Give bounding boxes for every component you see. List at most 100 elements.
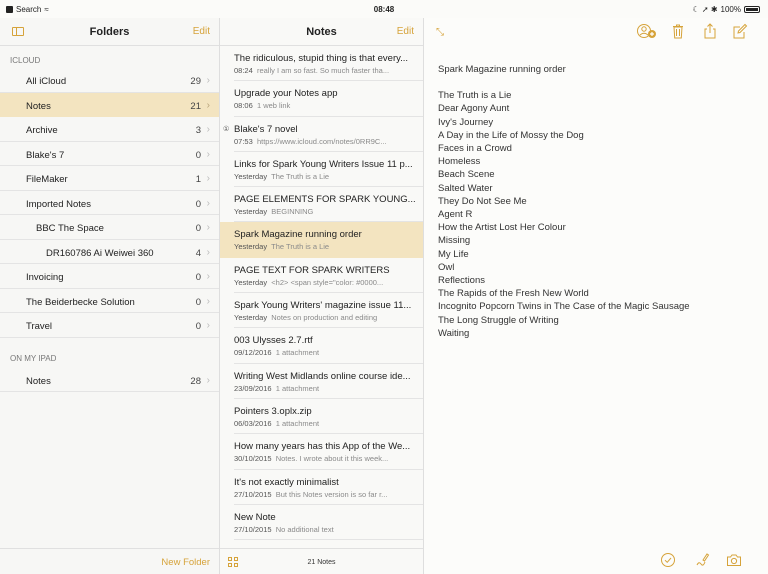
note-line: Beach Scene	[438, 169, 495, 181]
folder-row-invoicing[interactable]: Invoicing 0 ›	[0, 264, 219, 289]
expand-icon[interactable]: ⤡	[436, 27, 444, 38]
note-snippet: No additional text	[275, 524, 334, 534]
note-title: Links for Spark Young Writers Issue 11 p…	[234, 158, 413, 170]
trash-icon[interactable]	[670, 23, 686, 39]
folder-row-imported-notes[interactable]: Imported Notes 0 ›	[0, 191, 219, 215]
chevron-right-icon: ›	[206, 173, 210, 184]
note-subtitle: Yesterday Notes on production and editin…	[234, 313, 417, 322]
note-item[interactable]: 003 Ulysses 2.7.rtf 09/12/2016 1 attachm…	[234, 328, 423, 364]
notes-count: 21 Notes	[307, 559, 336, 566]
checklist-icon[interactable]	[660, 552, 676, 568]
camera-icon[interactable]	[726, 552, 742, 568]
note-snippet: But this Notes version is so far r...	[275, 489, 388, 499]
folder-row-all-icloud[interactable]: All iCloud 29 ›	[0, 68, 219, 93]
note-item[interactable]: New Note 27/10/2015 No additional text	[234, 505, 423, 541]
new-folder-button[interactable]: New Folder	[161, 557, 210, 568]
folder-name: All iCloud	[26, 76, 67, 87]
note-item[interactable]: Writing West Midlands online course ide.…	[234, 364, 423, 399]
folders-bottom-bar: New Folder	[0, 548, 219, 574]
notes-edit-button[interactable]: Edit	[397, 26, 414, 37]
note-subtitle: 08:24 really I am so fast. So much faste…	[234, 66, 417, 75]
note-line: How the Artist Lost Her Colour	[438, 222, 566, 234]
folder-name: Imported Notes	[26, 198, 91, 210]
note-line: The Long Struggle of Writing	[438, 314, 559, 326]
folder-name: FileMaker	[26, 174, 68, 185]
note-title: It's not exactly minimalist	[234, 476, 339, 488]
note-date: 09/12/2016	[234, 348, 272, 358]
note-subtitle: Yesterday BEGINNING	[234, 207, 417, 216]
note-item[interactable]: Links for Spark Young Writers Issue 11 p…	[234, 152, 423, 188]
folder-count: 0	[195, 223, 201, 234]
battery-icon	[744, 6, 760, 13]
note-body[interactable]: Spark Magazine running order The Truth i…	[424, 46, 768, 340]
note-snippet: https://www.icloud.com/notes/0RR9C...	[256, 136, 387, 146]
note-item[interactable]: The ridiculous, stupid thing is that eve…	[234, 46, 423, 82]
folder-count: 1	[195, 174, 201, 185]
notes-pane: Notes Edit The ridiculous, stupid thing …	[220, 18, 424, 574]
sketch-icon[interactable]	[694, 552, 710, 568]
chevron-right-icon: ›	[206, 271, 210, 282]
note-snippet: 1 attachment	[275, 418, 320, 428]
folder-row-blakes-7[interactable]: Blake's 7 0 ›	[0, 142, 219, 166]
note-date: Yesterday	[234, 313, 268, 323]
folder-row-archive[interactable]: Archive 3 ›	[0, 117, 219, 142]
note-line: The Rapids of the Fresh New World	[438, 288, 589, 300]
note-title: New Note	[234, 511, 276, 523]
folder-row-filemaker[interactable]: FileMaker 1 ›	[0, 166, 219, 191]
note-subtitle: 23/09/2016 1 attachment	[234, 384, 417, 393]
note-line: Dear Agony Aunt	[438, 103, 510, 115]
note-line: Incognito Popcorn Twins in The Case of t…	[438, 301, 690, 313]
folder-count: 28	[190, 375, 201, 387]
note-item[interactable]: Pointers 3.oplx.zip 06/03/2016 1 attachm…	[234, 399, 423, 435]
chevron-right-icon: ›	[206, 222, 210, 233]
note-subtitle: 27/10/2015 No additional text	[234, 525, 417, 534]
note-item[interactable]: PAGE ELEMENTS FOR SPARK YOUNG... Yesterd…	[234, 187, 423, 223]
folder-name: DR160786 Ai Weiwei 360	[46, 247, 154, 259]
folder-count: 0	[195, 321, 201, 332]
note-date: 07:53	[234, 136, 253, 146]
note-date: 27/10/2015	[234, 524, 272, 534]
note-heading: Spark Magazine running order	[438, 64, 566, 75]
note-date: Yesterday	[234, 171, 268, 181]
share-icon[interactable]	[702, 23, 718, 39]
note-line: Ivy's Journey	[438, 116, 494, 128]
note-subtitle: Yesterday The Truth is a Lie	[234, 242, 417, 251]
folder-row-notes[interactable]: Notes 21 ›	[0, 92, 219, 117]
compose-icon[interactable]	[732, 23, 748, 39]
note-title: How many years has this App of the We...	[234, 441, 411, 453]
folder-row-bbc-the-space[interactable]: BBC The Space 0 ›	[0, 215, 219, 240]
add-people-icon[interactable]	[636, 23, 658, 39]
folder-row-ipad-notes[interactable]: Notes 28 ›	[0, 368, 219, 392]
folder-row-travel[interactable]: Travel 0 ›	[0, 313, 219, 338]
note-subtitle: 06/03/2016 1 attachment	[234, 419, 417, 428]
note-item[interactable]: PAGE TEXT FOR SPARK WRITERS Yesterday <h…	[234, 258, 423, 294]
note-date: 27/10/2015	[234, 489, 272, 499]
note-item[interactable]: Spark Young Writers' magazine issue 11..…	[234, 293, 423, 329]
note-item[interactable]: ① Blake's 7 novel 07:53 https://www.iclo…	[223, 117, 423, 152]
folder-name: The Beiderbecke Solution	[26, 296, 135, 308]
note-subtitle: Yesterday <h2> <span style="color: #0000…	[234, 278, 417, 287]
note-snippet: 1 attachment	[275, 348, 320, 358]
note-item[interactable]: It's not exactly minimalist 27/10/2015 B…	[234, 470, 423, 505]
note-item[interactable]: Upgrade your Notes app 08:06 1 web link	[234, 81, 423, 117]
note-date: 23/09/2016	[234, 383, 272, 393]
note-line: Reflections	[438, 275, 485, 287]
folder-row-dr160786[interactable]: DR160786 Ai Weiwei 360 4 ›	[0, 240, 219, 264]
note-date: Yesterday	[234, 242, 268, 252]
folder-name: Travel	[26, 321, 53, 332]
note-subtitle: 07:53 https://www.icloud.com/notes/0RR9C…	[234, 137, 417, 146]
folder-name: Invoicing	[26, 272, 64, 283]
battery-percent: 100%	[720, 5, 741, 14]
status-right: ☾ ➚ ✱ 100%	[693, 5, 760, 14]
chevron-right-icon: ›	[206, 320, 210, 331]
folder-row-beiderbecke[interactable]: The Beiderbecke Solution 0 ›	[0, 289, 219, 313]
folders-edit-button[interactable]: Edit	[193, 26, 210, 37]
note-item-selected[interactable]: Spark Magazine running order Yesterday T…	[220, 222, 423, 258]
note-item[interactable]: How many years has this App of the We...…	[234, 434, 423, 470]
note-subtitle: 09/12/2016 1 attachment	[234, 348, 417, 357]
note-line: Owl	[438, 261, 455, 273]
note-line: My Life	[438, 248, 469, 260]
note-line: They Do Not See Me	[438, 195, 527, 207]
note-title: Upgrade your Notes app	[234, 88, 338, 100]
chevron-right-icon: ›	[206, 148, 210, 160]
